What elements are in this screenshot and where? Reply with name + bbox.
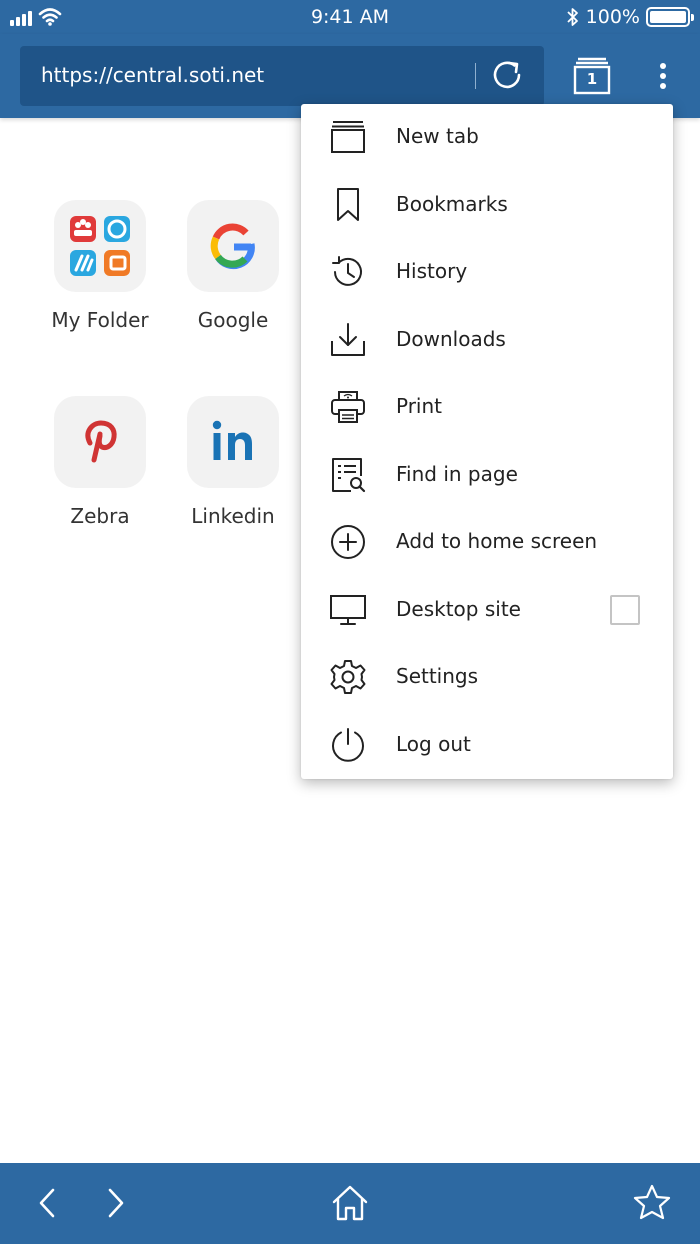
print-icon: [331, 391, 365, 423]
battery-icon: [646, 7, 694, 27]
menu-item-label: Add to home screen: [396, 529, 598, 553]
shortcut-label: My Folder: [51, 308, 149, 332]
reload-icon: [493, 61, 521, 89]
back-button[interactable]: [28, 1183, 68, 1223]
bookmark-icon: [337, 187, 359, 221]
menu-item-label: Find in page: [396, 461, 518, 486]
add-circle-icon: [331, 525, 365, 559]
reload-button[interactable]: [488, 58, 528, 94]
shortcut-google[interactable]: Google: [166, 200, 300, 332]
menu-item-history[interactable]: History: [301, 239, 673, 307]
menu-item-label: New tab: [396, 124, 479, 148]
my-folder-icon[interactable]: [54, 200, 146, 292]
chevron-left-icon: [39, 1188, 55, 1218]
linkedin-icon[interactable]: [187, 396, 279, 488]
tabs-button[interactable]: 1: [570, 56, 614, 100]
bluetooth-icon: [567, 8, 578, 26]
more-vert-icon: [660, 63, 666, 89]
shortcut-my-folder[interactable]: My Folder: [33, 200, 167, 332]
url-field[interactable]: https://central.soti.net: [20, 46, 544, 106]
status-bar: 9:41 AM 100%: [0, 0, 700, 34]
shortcut-label: Zebra: [70, 504, 130, 528]
home-icon: [332, 1185, 368, 1221]
bookmark-star-button[interactable]: [632, 1183, 672, 1223]
menu-item-label: Bookmarks: [396, 191, 508, 216]
bottom-toolbar: [0, 1163, 700, 1244]
home-button[interactable]: [330, 1183, 370, 1223]
menu-item-label: Downloads: [396, 326, 506, 351]
find-in-page-icon: [332, 457, 366, 492]
menu-item-label: Settings: [396, 664, 479, 688]
menu-item-bookmarks[interactable]: Bookmarks: [301, 172, 673, 240]
menu-item-print[interactable]: Print: [301, 374, 673, 442]
shortcut-label: Google: [197, 308, 269, 332]
overflow-menu: New tab Bookmarks History Downloads Prin…: [301, 104, 673, 779]
chevron-right-icon: [108, 1188, 124, 1218]
power-icon: [332, 727, 364, 762]
menu-item-settings[interactable]: Settings: [301, 644, 673, 712]
url-text[interactable]: https://central.soti.net: [41, 63, 264, 87]
desktop-icon: [330, 594, 366, 625]
more-options-button[interactable]: [652, 58, 674, 98]
menu-item-log-out[interactable]: Log out: [301, 712, 673, 780]
shortcut-linkedin[interactable]: Linkedin: [166, 396, 300, 528]
menu-item-downloads[interactable]: Downloads: [301, 307, 673, 375]
shortcut-zebra[interactable]: Zebra: [33, 396, 167, 528]
history-icon: [332, 256, 362, 286]
new-tab-icon: [331, 121, 365, 153]
menu-item-desktop-site[interactable]: Desktop site: [301, 577, 673, 645]
shortcut-label: Linkedin: [191, 504, 275, 528]
menu-item-label: Log out: [396, 731, 471, 756]
menu-item-label: Desktop site: [396, 596, 521, 621]
download-icon: [331, 322, 365, 356]
pinterest-icon[interactable]: [54, 396, 146, 488]
url-divider: [475, 63, 476, 89]
gear-icon: [330, 660, 366, 694]
menu-item-new-tab[interactable]: New tab: [301, 104, 673, 172]
battery-percent: 100%: [585, 6, 640, 28]
menu-item-add-to-home-screen[interactable]: Add to home screen: [301, 509, 673, 577]
tab-count: 1: [586, 70, 598, 88]
google-icon[interactable]: [187, 200, 279, 292]
forward-button[interactable]: [95, 1183, 135, 1223]
menu-item-label: History: [396, 259, 468, 283]
star-icon: [633, 1184, 671, 1220]
menu-item-label: Print: [396, 394, 443, 418]
desktop-site-checkbox[interactable]: [610, 594, 640, 625]
menu-item-find-in-page[interactable]: Find in page: [301, 442, 673, 510]
status-right: 100%: [566, 6, 694, 28]
